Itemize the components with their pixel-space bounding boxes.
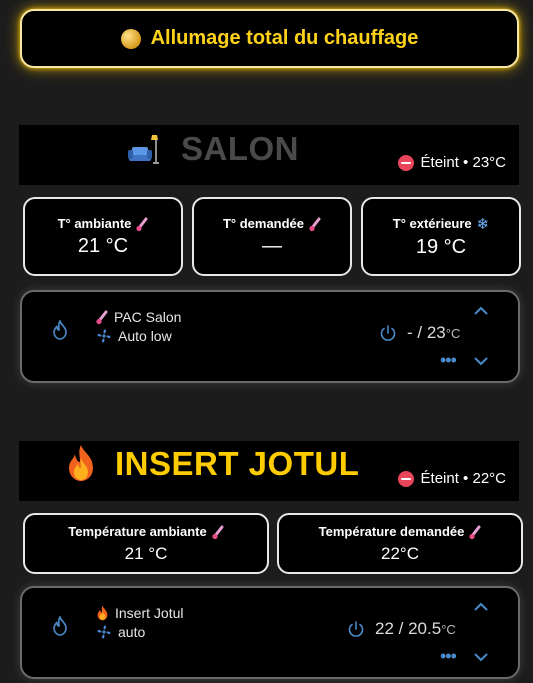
salon-climate-temp: - / 23°C [407, 323, 461, 342]
salon-ambient-value: 21 °C [77, 234, 129, 257]
salon-climate-mode: Auto low [96, 328, 172, 344]
insert-requested-label: Température demandée [318, 524, 465, 539]
flame-icon [53, 616, 67, 636]
power-icon[interactable] [347, 620, 365, 638]
sofa-lamp-icon [128, 135, 159, 164]
insert-status-text: Éteint • 22°C [420, 470, 506, 487]
insert-climate-power[interactable]: 22 / 20.5°C [347, 619, 456, 639]
salon-title: SALON [181, 130, 299, 167]
snowflake-icon: ❄ [476, 215, 490, 233]
salon-climate-power[interactable]: - / 23°C [379, 323, 460, 343]
insert-ambient-value: 21 °C [124, 543, 168, 563]
no-entry-icon [397, 154, 414, 171]
insert-climate-name: Insert Jotul [96, 605, 183, 621]
fan-icon [97, 329, 111, 343]
insert-climate-temp: 22 / 20.5°C [375, 619, 456, 638]
salon-requested-label: T° demandée [222, 216, 305, 231]
insert-climate-mode: auto [96, 624, 145, 640]
salon-requested-value: — [262, 234, 282, 257]
insert-ambient-label: Température ambiante [68, 524, 207, 539]
insert-title: INSERT JOTUL [115, 445, 360, 482]
fan-icon [97, 625, 111, 639]
no-entry-icon [397, 470, 414, 487]
insert-status: Éteint • 22°C [397, 470, 506, 487]
chevron-up-icon[interactable] [473, 306, 489, 316]
thermometer-icon [96, 310, 108, 325]
thermometer-icon [136, 217, 148, 231]
power-icon[interactable] [379, 324, 397, 342]
flame-icon [53, 320, 67, 340]
insert-climate-card[interactable]: Insert Jotul auto 22 / 20.5°C ••• [20, 586, 520, 679]
fire-icon [97, 605, 108, 621]
chevron-down-icon[interactable] [473, 652, 489, 662]
global-heating-button[interactable]: Allumage total du chauffage [20, 9, 519, 68]
salon-outdoor-value: 19 °C [415, 235, 467, 258]
global-heating-label: Allumage total du chauffage [150, 27, 419, 49]
coin-icon [120, 28, 141, 49]
salon-climate-name: PAC Salon [96, 309, 181, 325]
chevron-up-icon[interactable] [473, 602, 489, 612]
salon-header: SALON Éteint • 23°C [19, 125, 519, 185]
chevron-down-icon[interactable] [473, 356, 489, 366]
insert-requested-card[interactable]: Température demandée 22°C [277, 513, 523, 574]
thermometer-icon [212, 525, 224, 539]
insert-header: INSERT JOTUL Éteint • 22°C [19, 441, 519, 501]
salon-ambient-label: T° ambiante [57, 216, 132, 231]
fire-icon [69, 445, 93, 481]
salon-requested-card[interactable]: T° demandée — [192, 197, 352, 276]
thermometer-icon [469, 525, 481, 539]
more-icon[interactable]: ••• [440, 647, 457, 665]
salon-ambient-card[interactable]: T° ambiante 21 °C [23, 197, 183, 276]
thermometer-icon [309, 217, 321, 231]
insert-requested-value: 22°C [381, 543, 419, 563]
salon-outdoor-label: T° extérieure [392, 216, 472, 231]
salon-status-text: Éteint • 23°C [420, 154, 506, 171]
insert-ambient-card[interactable]: Température ambiante 21 °C [23, 513, 269, 574]
salon-climate-card[interactable]: PAC Salon Auto low - / 23°C ••• [20, 290, 520, 383]
more-icon[interactable]: ••• [440, 351, 457, 369]
salon-status: Éteint • 23°C [397, 154, 506, 171]
salon-outdoor-card[interactable]: T° extérieure ❄ 19 °C [361, 197, 521, 276]
